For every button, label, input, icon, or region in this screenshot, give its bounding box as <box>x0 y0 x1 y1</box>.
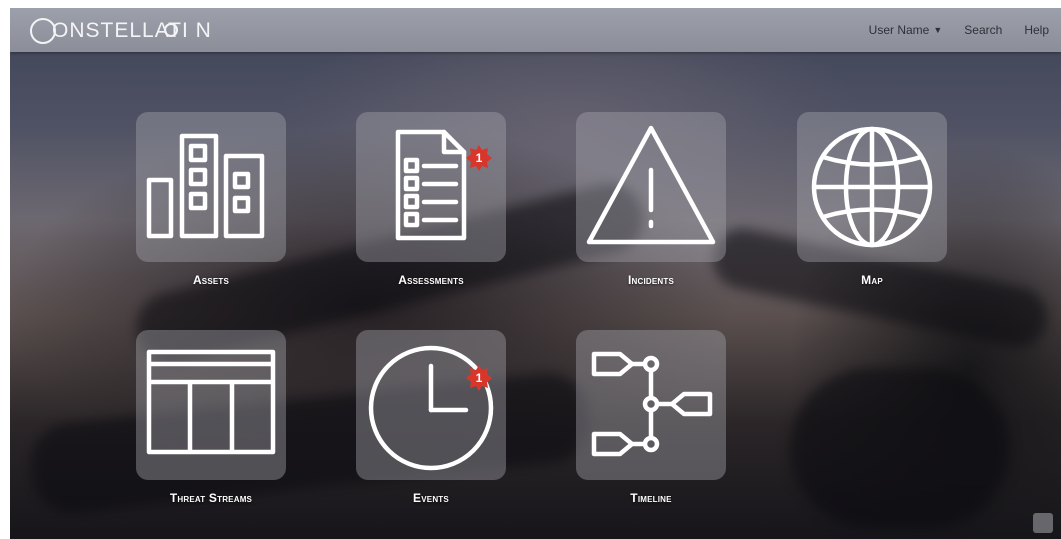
tile-timeline-box[interactable] <box>576 330 726 480</box>
tile-map-label: Map <box>861 273 883 287</box>
caret-down-icon: ▼ <box>933 25 943 35</box>
timeline-branch-icon <box>591 351 713 457</box>
tile-assessments-box[interactable]: 1 <box>356 112 506 262</box>
user-name-label: User Name <box>868 23 930 37</box>
tile-events-label: Events <box>413 491 449 505</box>
tile-map-box[interactable] <box>797 112 947 262</box>
warning-triangle-icon <box>586 125 716 245</box>
table-layout-icon <box>146 349 276 455</box>
tile-events-box[interactable]: 1 <box>356 330 506 480</box>
clock-icon <box>368 345 494 471</box>
corner-widget-icon[interactable] <box>1033 513 1053 533</box>
checklist-document-icon <box>395 129 467 241</box>
tile-assessments-label: Assessments <box>398 273 464 287</box>
tile-incidents[interactable]: Incidents <box>576 112 726 287</box>
tile-timeline[interactable]: Timeline <box>576 330 726 505</box>
notification-badge: 1 <box>465 364 493 392</box>
badge-count: 1 <box>475 371 483 385</box>
tile-incidents-label: Incidents <box>627 273 675 287</box>
buildings-icon <box>146 133 265 239</box>
badge-count: 1 <box>475 151 483 165</box>
tile-assets-label: Assets <box>192 273 230 287</box>
app-window: ONSTELLATI N User Name ▼ Search Help Ass… <box>10 8 1061 539</box>
tile-incidents-box[interactable] <box>576 112 726 262</box>
tile-assessments[interactable]: 1 Assessments <box>356 112 506 287</box>
tile-timeline-label: Timeline <box>630 491 672 505</box>
tile-events[interactable]: 1 Events <box>356 330 506 505</box>
tile-threat-streams[interactable]: Threat Streams <box>136 330 286 505</box>
tile-assets-box[interactable] <box>136 112 286 262</box>
top-bar: ONSTELLATI N User Name ▼ Search Help <box>10 8 1061 52</box>
tile-assets[interactable]: Assets <box>136 112 286 287</box>
search-link[interactable]: Search <box>964 23 1002 37</box>
tile-threat-streams-label: Threat Streams <box>169 491 253 505</box>
brand-logo[interactable]: ONSTELLATI N <box>30 16 212 46</box>
help-link[interactable]: Help <box>1024 23 1049 37</box>
tile-threat-streams-box[interactable] <box>136 330 286 480</box>
tile-map[interactable]: Map <box>797 112 947 287</box>
brand-name: ONSTELLATI N <box>52 19 212 42</box>
user-menu[interactable]: User Name ▼ <box>869 23 943 37</box>
globe-icon <box>811 126 933 248</box>
notification-badge: 1 <box>465 144 493 172</box>
top-nav: User Name ▼ Search Help <box>869 8 1049 52</box>
logo-star-icon <box>164 23 178 37</box>
